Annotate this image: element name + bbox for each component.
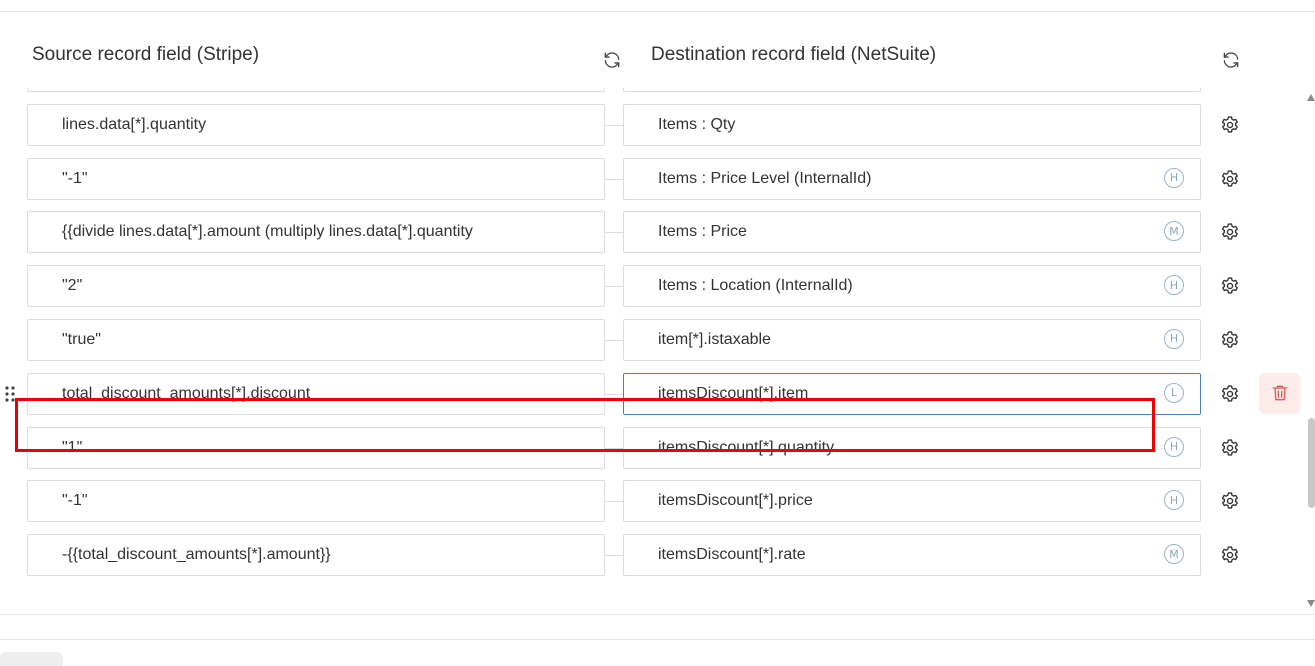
destination-field-value: Items : Location (InternalId) xyxy=(658,277,853,295)
field-mapping-panel: Source record field (Stripe) Destination… xyxy=(0,0,1315,666)
destination-field-input[interactable]: Items : Price xyxy=(623,211,1201,254)
source-field-input[interactable]: "1" xyxy=(27,426,605,469)
gear-icon[interactable] xyxy=(1219,114,1241,136)
destination-field-input[interactable]: Items : Item (InternalId) xyxy=(623,88,1201,92)
mapping-row: "-1" itemsDiscount[*].price H xyxy=(0,474,1305,528)
destination-field-value: itemsDiscount[*].quantity xyxy=(658,438,835,456)
row-connector xyxy=(605,447,623,449)
destination-field-input[interactable]: Items : Location (InternalId) xyxy=(623,265,1201,308)
mapping-type-badge: H xyxy=(1164,328,1184,349)
mapping-row: "-1" Items : Price Level (InternalId) H xyxy=(0,152,1305,206)
scrollbar-thumb[interactable] xyxy=(1308,418,1315,508)
source-field-input[interactable]: "-1" xyxy=(27,480,605,523)
row-connector xyxy=(605,286,623,288)
gear-icon[interactable] xyxy=(1219,168,1241,190)
destination-field-value: itemsDiscount[*].item xyxy=(658,384,809,402)
source-field-input[interactable]: "-1" xyxy=(27,157,605,200)
source-field-input[interactable]: lines.data[*].quantity xyxy=(27,103,605,146)
mapping-row: -{{total_discount_amounts[*].amount}} it… xyxy=(0,528,1305,582)
mapping-type-badge: L xyxy=(1164,382,1184,403)
source-column-header: Source record field (Stripe) xyxy=(32,44,260,65)
row-connector xyxy=(605,393,623,395)
destination-field-input[interactable]: itemsDiscount[*].quantity xyxy=(623,426,1201,469)
destination-field-input[interactable]: Items : Price Level (InternalId) xyxy=(623,157,1201,200)
scroll-down-icon[interactable] xyxy=(1307,600,1315,607)
mapping-type-badge: H xyxy=(1164,436,1184,457)
source-field-value: "-1" xyxy=(62,169,88,187)
mapping-row: lines.data[*].quantity Items : Qty xyxy=(0,98,1305,152)
destination-field-value: Items : Qty xyxy=(658,115,736,133)
source-field-value: lines.data[*].quantity xyxy=(62,115,207,133)
gear-icon[interactable] xyxy=(1219,544,1241,566)
source-field-input[interactable]: {{divide lines.data[*].amount (multiply … xyxy=(27,211,605,254)
destination-field-input[interactable]: item[*].istaxable xyxy=(623,318,1201,361)
gear-icon[interactable] xyxy=(1219,437,1241,459)
destination-field-value: Items : Price Level (InternalId) xyxy=(658,169,872,187)
mapping-row: {{divide lines.data[*].amount (multiply … xyxy=(0,205,1305,259)
trash-icon xyxy=(1272,385,1287,401)
top-divider xyxy=(0,11,1315,12)
mapping-row: "1" itemsDiscount[*].quantity H xyxy=(0,421,1305,475)
row-connector xyxy=(605,555,623,557)
row-connector xyxy=(605,124,623,126)
destination-field-input[interactable]: itemsDiscount[*].rate xyxy=(623,534,1201,577)
refresh-icon[interactable] xyxy=(601,49,623,71)
delete-row-button[interactable] xyxy=(1259,372,1300,414)
destination-field-value: itemsDiscount[*].rate xyxy=(658,546,806,564)
source-field-input[interactable]: "2" xyxy=(27,265,605,308)
refresh-icon[interactable] xyxy=(1220,49,1242,71)
destination-field-value: item[*].istaxable xyxy=(658,330,771,348)
row-connector xyxy=(605,178,623,180)
row-connector xyxy=(605,339,623,341)
destination-field-input[interactable]: itemsDiscount[*].price xyxy=(623,480,1201,523)
source-field-input[interactable]: "true" xyxy=(27,318,605,361)
gear-icon[interactable] xyxy=(1219,490,1241,512)
source-field-value: "1" xyxy=(62,438,83,456)
source-field-value: "true" xyxy=(62,330,101,348)
mapping-row: total_discount_amounts[*].discount items… xyxy=(0,367,1305,421)
source-field-input[interactable]: "507" xyxy=(27,88,605,92)
source-field-value: "-1" xyxy=(62,492,88,510)
destination-field-value: itemsDiscount[*].price xyxy=(658,492,813,510)
destination-field-input[interactable]: itemsDiscount[*].item xyxy=(623,372,1201,415)
mapping-row: "2" Items : Location (InternalId) H xyxy=(0,259,1305,313)
mapping-type-badge: H xyxy=(1164,167,1184,188)
destination-column-header: Destination record field (NetSuite) xyxy=(651,44,937,65)
scroll-up-icon[interactable] xyxy=(1307,94,1315,101)
gear-icon[interactable] xyxy=(1219,275,1241,297)
source-field-value: "2" xyxy=(62,277,83,295)
source-field-value: total_discount_amounts[*].discount xyxy=(62,384,311,402)
row-connector xyxy=(605,232,623,234)
destination-field-input[interactable]: Items : Qty xyxy=(623,103,1201,146)
source-field-input[interactable]: total_discount_amounts[*].discount xyxy=(27,372,605,415)
drag-handle-icon[interactable] xyxy=(4,384,16,404)
gear-icon[interactable] xyxy=(1219,329,1241,351)
vertical-scrollbar[interactable] xyxy=(1305,88,1315,614)
mapping-rows: "507" Items : Item (InternalId) H lines.… xyxy=(0,88,1305,582)
footer-divider xyxy=(0,639,1315,640)
footer-button[interactable] xyxy=(0,652,63,666)
source-field-input[interactable]: -{{total_discount_amounts[*].amount}} xyxy=(27,534,605,577)
source-field-value: {{divide lines.data[*].amount (multiply … xyxy=(62,223,473,241)
source-field-value: -{{total_discount_amounts[*].amount}} xyxy=(62,546,331,564)
gear-icon[interactable] xyxy=(1219,221,1241,243)
mapping-row: "507" Items : Item (InternalId) H xyxy=(0,88,1305,98)
row-connector xyxy=(605,501,623,503)
gear-icon[interactable] xyxy=(1219,383,1241,405)
mapping-row: "true" item[*].istaxable H xyxy=(0,313,1305,367)
bottom-divider xyxy=(0,614,1315,615)
destination-field-value: Items : Price xyxy=(658,223,747,241)
mapping-rows-viewport[interactable]: "507" Items : Item (InternalId) H lines.… xyxy=(0,88,1305,614)
